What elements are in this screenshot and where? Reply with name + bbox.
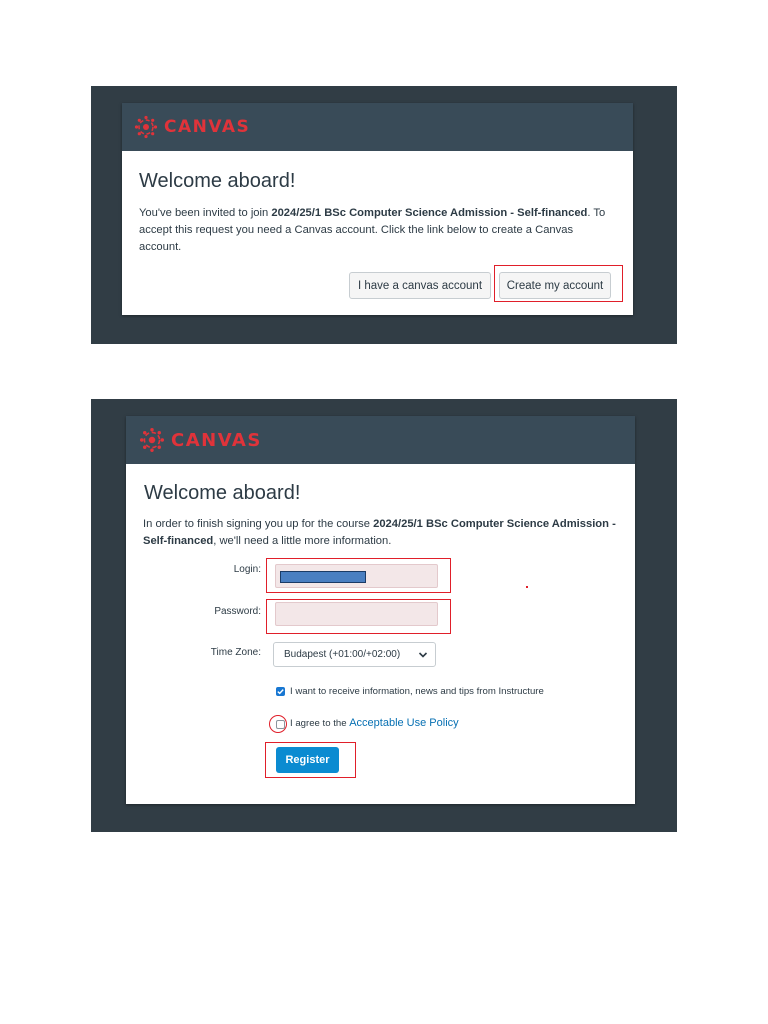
acceptable-use-policy-link[interactable]: Acceptable Use Policy <box>349 717 458 729</box>
create-account-button[interactable]: Create my account <box>499 272 611 299</box>
canvas-logo-icon <box>134 115 158 139</box>
page-title: Welcome aboard! <box>139 170 296 192</box>
chevron-down-icon <box>418 652 428 658</box>
message-text: In order to finish signing you up for th… <box>143 518 374 530</box>
have-account-button[interactable]: I have a canvas account <box>349 272 491 299</box>
invite-message: You've been invited to join 2024/25/1 BS… <box>139 205 617 256</box>
password-input[interactable] <box>275 602 438 626</box>
signup-message: In order to finish signing you up for th… <box>143 516 621 550</box>
newsletter-label: I want to receive information, news and … <box>290 686 544 697</box>
canvas-logo-icon <box>139 427 165 453</box>
logo-text: CANVAS <box>164 117 251 137</box>
page-title: Welcome aboard! <box>144 482 301 504</box>
card-header: CANVAS <box>122 103 633 151</box>
timezone-label: Time Zone: <box>210 647 261 658</box>
login-input[interactable] <box>275 564 438 588</box>
screenshot-panel-register: CANVAS Welcome aboard! In order to finis… <box>91 399 677 832</box>
register-card: CANVAS Welcome aboard! In order to finis… <box>126 416 635 804</box>
timezone-value: Budapest (+01:00/+02:00) <box>284 649 401 660</box>
message-text: You've been invited to join <box>139 207 272 219</box>
canvas-logo: CANVAS <box>139 427 262 453</box>
course-name: 2024/25/1 BSc Computer Science Admission… <box>271 207 588 219</box>
register-button[interactable]: Register <box>276 747 339 773</box>
policy-label: I agree to the Acceptable Use Policy <box>290 717 459 729</box>
screenshot-panel-invite: CANVAS Welcome aboard! You've been invit… <box>91 86 677 344</box>
newsletter-checkbox[interactable] <box>276 687 285 696</box>
checkmark-icon <box>277 689 284 695</box>
message-text-end: , we'll need a little more information. <box>213 535 392 547</box>
card-header: CANVAS <box>126 416 635 464</box>
highlight-circle <box>269 715 287 733</box>
password-label: Password: <box>214 606 261 617</box>
red-dot <box>526 586 528 588</box>
timezone-select[interactable]: Budapest (+01:00/+02:00) <box>273 642 436 667</box>
canvas-logo: CANVAS <box>134 115 250 139</box>
policy-prefix: I agree to the <box>290 718 350 729</box>
redacted-username <box>280 571 366 583</box>
invite-card: CANVAS Welcome aboard! You've been invit… <box>122 103 633 315</box>
login-label: Login: <box>233 564 261 575</box>
logo-text: CANVAS <box>171 429 262 451</box>
